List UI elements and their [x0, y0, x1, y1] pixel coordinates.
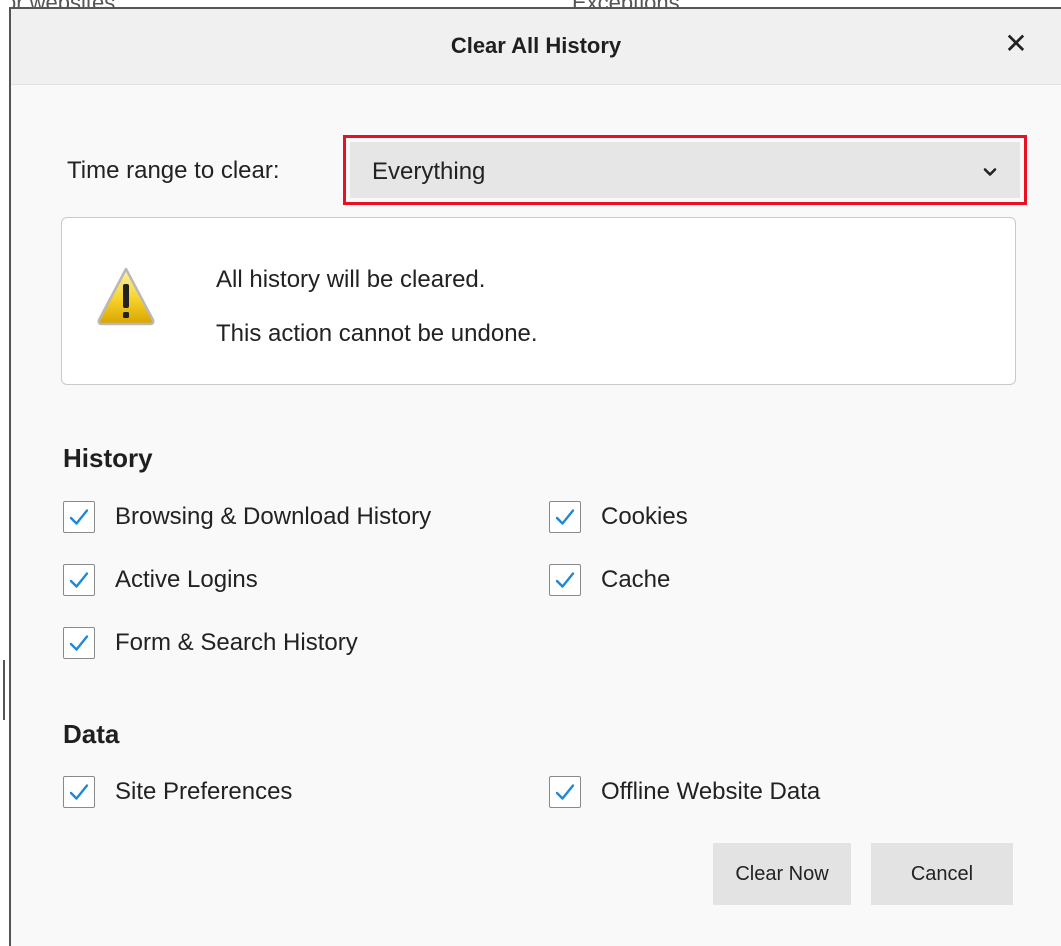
- data-section-title: Data: [63, 719, 120, 749]
- checkbox-label: Cookies: [601, 503, 688, 530]
- cancel-button[interactable]: Cancel: [871, 843, 1013, 905]
- clear-history-dialog: Clear All History ✕ Time range to clear:…: [9, 7, 1061, 946]
- checkbox-box[interactable]: [63, 564, 95, 596]
- checkmark-icon: [555, 572, 575, 588]
- checkmark-icon: [69, 572, 89, 588]
- checkbox-label: Browsing & Download History: [115, 503, 432, 530]
- time-range-select[interactable]: Everything: [343, 135, 1027, 205]
- active-logins-checkbox[interactable]: Active Logins: [63, 563, 258, 597]
- site-preferences-checkbox[interactable]: Site Preferences: [63, 775, 292, 809]
- history-section-title: History: [63, 443, 153, 473]
- clear-now-button[interactable]: Clear Now: [713, 843, 851, 905]
- warning-message-line2: This action cannot be undone.: [216, 320, 538, 347]
- form-search-history-checkbox[interactable]: Form & Search History: [63, 626, 358, 660]
- cookies-checkbox[interactable]: Cookies: [549, 500, 688, 534]
- warning-message-line1: All history will be cleared.: [216, 266, 486, 293]
- checkmark-icon: [555, 784, 575, 800]
- checkmark-icon: [69, 784, 89, 800]
- checkbox-label: Active Logins: [115, 566, 258, 593]
- checkbox-label: Cache: [601, 566, 671, 593]
- chevron-down-icon: [983, 168, 997, 176]
- close-icon: ✕: [1004, 28, 1028, 59]
- time-range-value: Everything: [372, 158, 486, 185]
- dialog-title: Clear All History: [450, 33, 622, 58]
- checkbox-label: Offline Website Data: [601, 778, 821, 805]
- time-range-select-field[interactable]: Everything: [350, 142, 1020, 198]
- checkbox-box[interactable]: [549, 564, 581, 596]
- close-button[interactable]: ✕: [1001, 29, 1031, 59]
- cache-checkbox[interactable]: Cache: [549, 563, 670, 597]
- checkmark-icon: [69, 635, 89, 651]
- dialog-titlebar: Clear All History ✕: [11, 9, 1061, 85]
- checkbox-box[interactable]: [549, 501, 581, 533]
- checkbox-box[interactable]: [63, 627, 95, 659]
- warning-box: All history will be cleared. This action…: [61, 217, 1016, 385]
- checkbox-box[interactable]: [63, 776, 95, 808]
- checkbox-label: Form & Search History: [115, 629, 358, 656]
- checkbox-label: Site Preferences: [115, 778, 293, 805]
- background-edge-mark: [3, 660, 5, 720]
- checkbox-box[interactable]: [549, 776, 581, 808]
- checkmark-icon: [69, 509, 89, 525]
- checkmark-icon: [555, 509, 575, 525]
- warning-triangle-icon: [97, 267, 155, 326]
- checkbox-box[interactable]: [63, 501, 95, 533]
- time-range-label: Time range to clear:: [67, 157, 280, 184]
- browsing-download-history-checkbox[interactable]: Browsing & Download History: [63, 500, 431, 534]
- offline-website-data-checkbox[interactable]: Offline Website Data: [549, 775, 820, 809]
